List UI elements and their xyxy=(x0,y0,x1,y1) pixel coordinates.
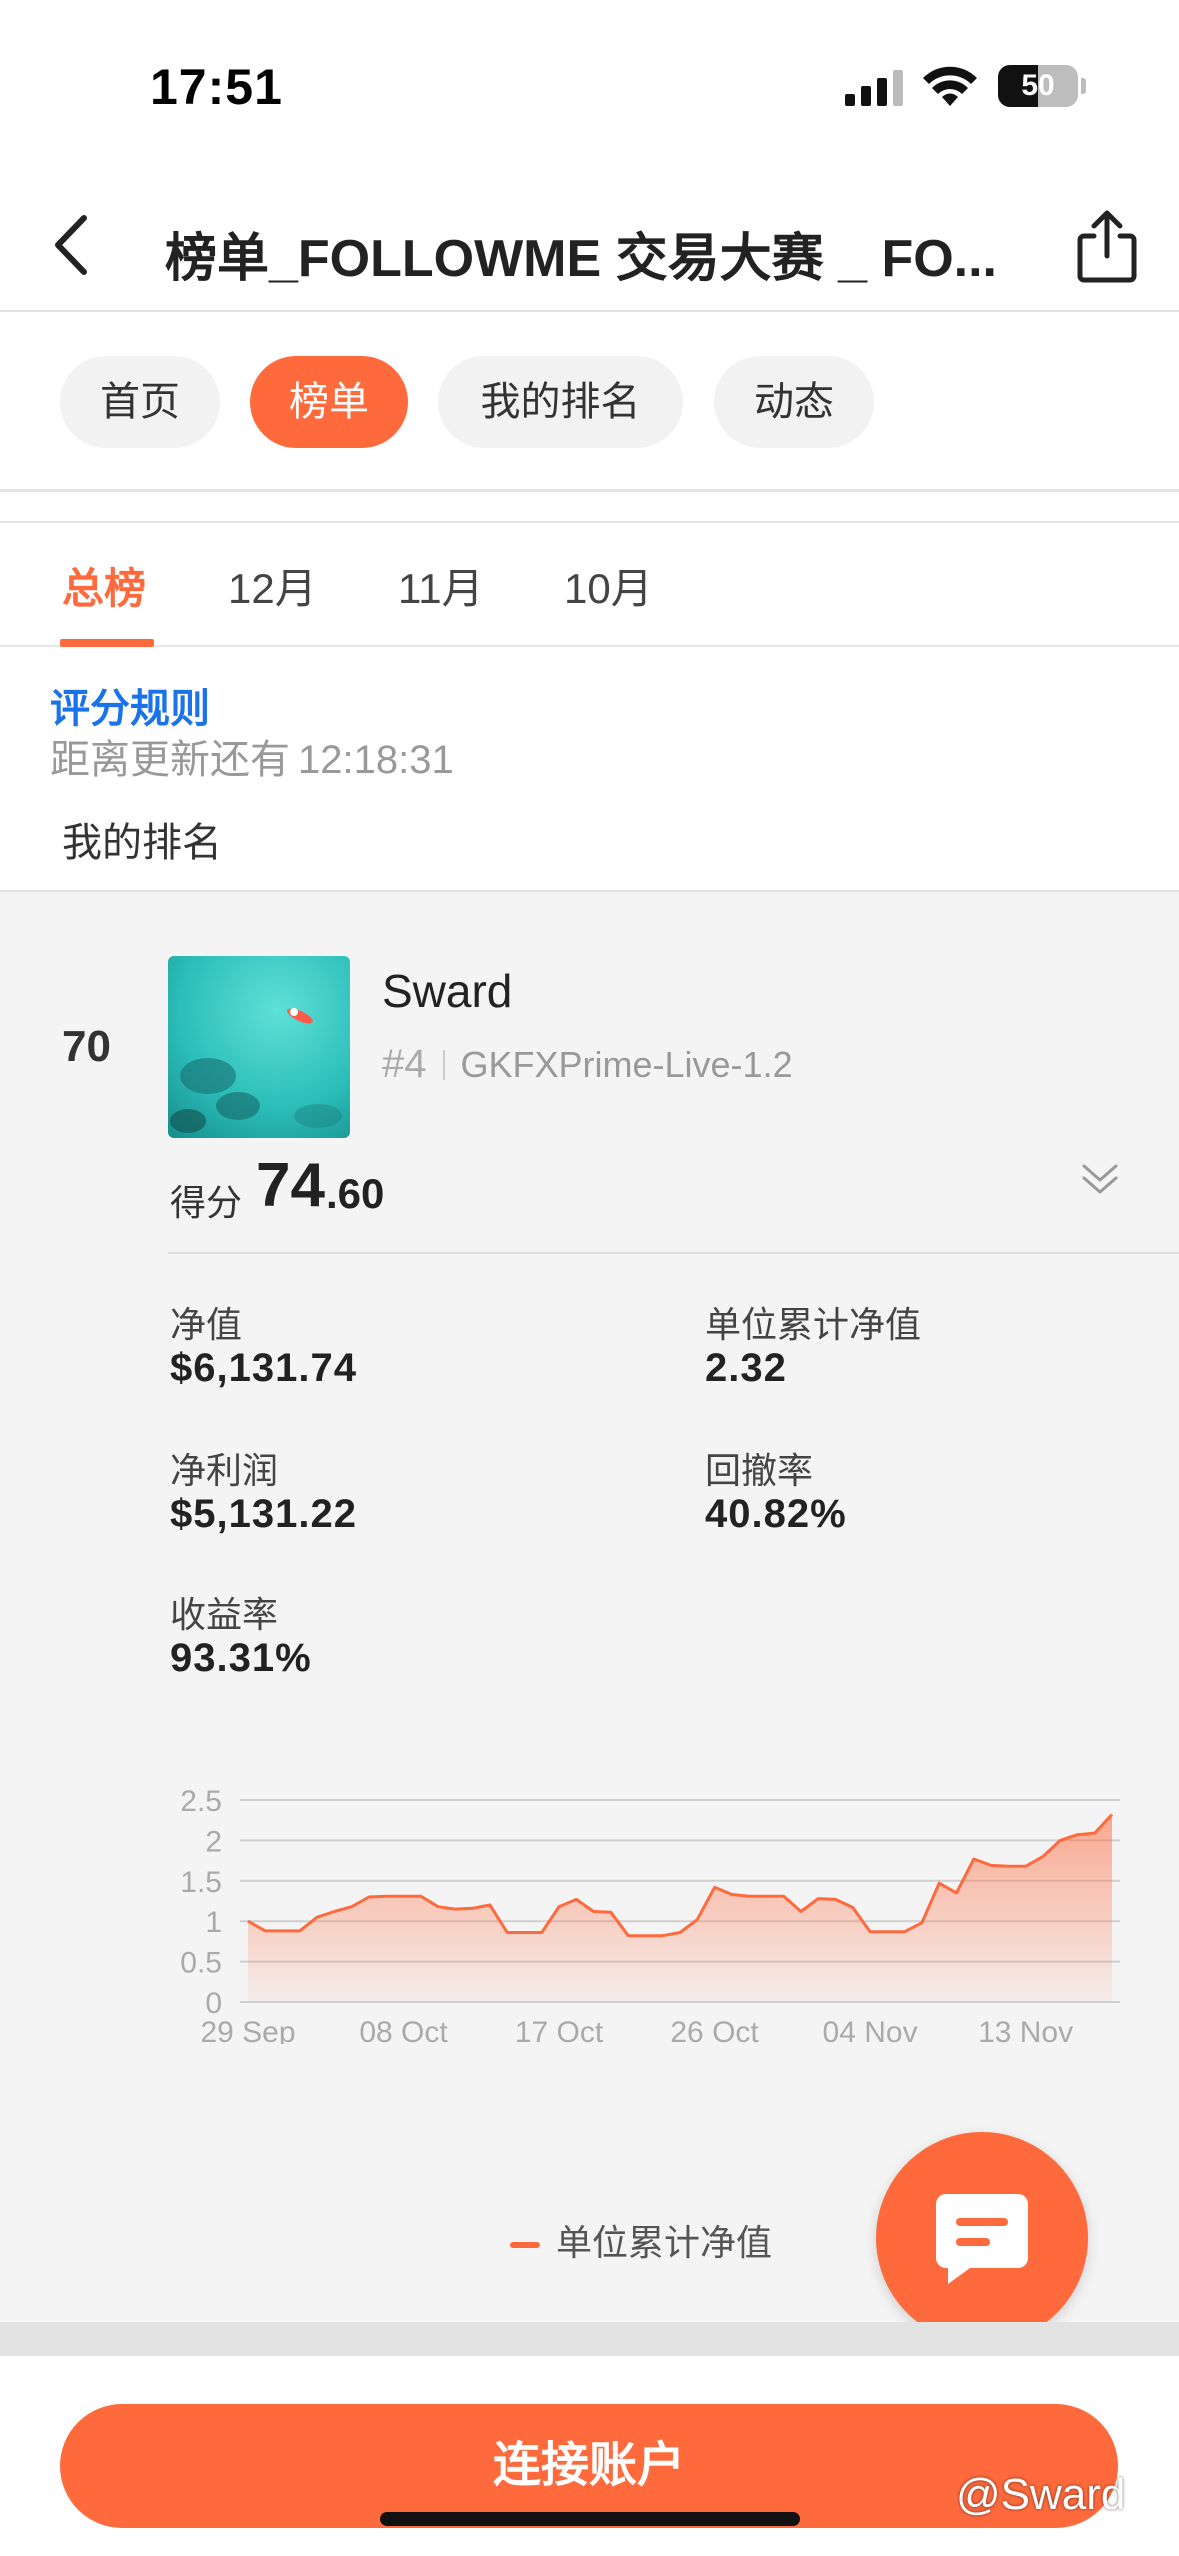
y-tick-label: 2 xyxy=(205,1825,222,1858)
status-time: 17:51 xyxy=(150,59,283,115)
active-tab-indicator xyxy=(60,639,154,647)
cellular-signal-icon xyxy=(845,70,903,106)
watermark: @Sward xyxy=(956,2470,1126,2519)
back-icon[interactable] xyxy=(38,210,108,280)
update-countdown: 距离更新还有 12:18:31 xyxy=(50,727,454,785)
unit-nav-value: 2.32 xyxy=(705,1346,787,1390)
trader-meta: #4 GKFXPrime-Live-1.2 xyxy=(382,1042,793,1087)
y-tick-label: 2.5 xyxy=(180,1785,222,1818)
rank-card[interactable]: 70 Sward #4 GKFXPrime-Live-1.2 得分 74 .60 … xyxy=(0,890,1179,2322)
drawdown-value: 40.82% xyxy=(705,1492,847,1536)
tab-my-ranking[interactable]: 我的排名 xyxy=(438,356,683,448)
tab-leaderboard[interactable]: 榜单 xyxy=(250,356,408,448)
share-icon[interactable] xyxy=(1072,208,1142,284)
legend-label: 单位累计净值 xyxy=(556,2222,773,2263)
home-indicator xyxy=(380,2512,800,2526)
net-profit-label: 净利润 xyxy=(170,1450,279,1491)
x-tick-label: 08 Oct xyxy=(359,2016,448,2044)
legend-swatch xyxy=(510,2242,540,2249)
countdown-label: 距离更新还有 xyxy=(50,738,290,782)
section-tabs: 首页 榜单 我的排名 动态 xyxy=(0,312,1179,492)
period-tabs: 总榜 12月 11月 10月 xyxy=(0,525,1179,647)
x-tick-label: 29 Sep xyxy=(200,2016,295,2044)
trader-name[interactable]: Sward xyxy=(382,964,512,1018)
x-tick-label: 04 Nov xyxy=(823,2016,918,2044)
x-tick-label: 17 Oct xyxy=(515,2016,604,2044)
y-tick-label: 1.5 xyxy=(180,1866,222,1899)
countdown-value: 12:18:31 xyxy=(298,738,454,782)
tab-home[interactable]: 首页 xyxy=(60,356,220,448)
divider xyxy=(168,1252,1179,1254)
tab-december[interactable]: 12月 xyxy=(228,555,317,616)
y-tick-label: 0.5 xyxy=(180,1947,222,1980)
avatar xyxy=(168,956,350,1138)
net-profit-value: $5,131.22 xyxy=(170,1492,357,1536)
divider xyxy=(0,495,1179,523)
score-label: 得分 xyxy=(170,1182,243,1223)
chevron-down-icon[interactable] xyxy=(1080,1160,1120,1200)
tab-activity[interactable]: 动态 xyxy=(714,356,874,448)
tab-october[interactable]: 10月 xyxy=(564,555,653,616)
y-tick-label: 1 xyxy=(205,1906,222,1939)
battery-percent: 50 xyxy=(1021,69,1055,102)
tab-november[interactable]: 11月 xyxy=(398,555,484,616)
return-label: 收益率 xyxy=(170,1594,279,1635)
chat-button[interactable] xyxy=(876,2132,1088,2344)
score-decimal: .60 xyxy=(326,1170,385,1217)
equity-label: 净值 xyxy=(170,1304,243,1345)
rank-tag: #4 xyxy=(382,1042,427,1086)
scoring-rules-link[interactable]: 评分规则 xyxy=(50,676,210,734)
chart-legend: 单位累计净值 xyxy=(510,2214,772,2266)
wifi-icon xyxy=(923,66,977,106)
my-rank-heading: 我的排名 xyxy=(62,821,222,865)
page-title: 榜单_FOLLOWME 交易大赛 _ FO... xyxy=(165,230,998,288)
x-tick-label: 13 Nov xyxy=(978,2016,1073,2044)
tab-overall[interactable]: 总榜 xyxy=(62,555,146,616)
nav-chart: 00.511.522.529 Sep 08 Oct 17 Oct 26 Oct 04 N… xyxy=(180,1785,1120,2044)
status-bar: 17:51 50 xyxy=(0,0,1179,160)
nav-bar: 榜单_FOLLOWME 交易大赛 _ FO... xyxy=(0,180,1179,312)
battery-icon: 50 xyxy=(998,65,1078,107)
unit-nav-label: 单位累计净值 xyxy=(705,1304,922,1345)
rank-number: 70 xyxy=(62,1022,111,1071)
chat-icon xyxy=(936,2194,1028,2284)
next-card-edge xyxy=(0,2322,1179,2356)
bottom-bar: 连接账户 xyxy=(0,2356,1179,2556)
x-tick-label: 26 Oct xyxy=(670,2016,759,2044)
separator xyxy=(442,1050,445,1080)
series-area xyxy=(248,1814,1112,2002)
equity-value: $6,131.74 xyxy=(170,1346,357,1390)
battery-nub xyxy=(1081,78,1086,94)
drawdown-label: 回撤率 xyxy=(705,1450,814,1491)
return-value: 93.31% xyxy=(170,1636,312,1680)
server-name: GKFXPrime-Live-1.2 xyxy=(460,1044,793,1085)
score-integer: 74 xyxy=(256,1151,325,1220)
